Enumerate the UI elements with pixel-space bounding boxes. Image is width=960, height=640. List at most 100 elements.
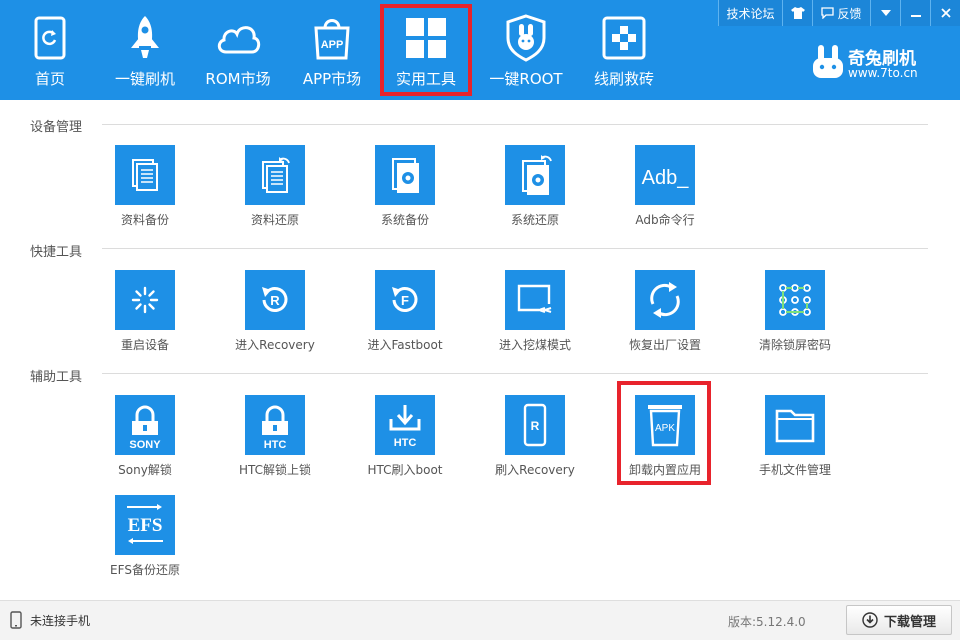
tshirt-icon	[790, 7, 805, 19]
tool-restart-device[interactable]: 重启设备	[85, 270, 205, 360]
nav-home[interactable]: 首页	[12, 6, 88, 94]
doc-backup-icon	[115, 145, 175, 205]
screen-arrow-icon	[505, 270, 565, 330]
version-text: 版本:5.12.4.0	[728, 615, 806, 629]
fastboot-icon: F	[375, 270, 435, 330]
tool-adb-command-label: Adb命令行	[635, 213, 695, 227]
nav-utility-tools[interactable]: 实用工具	[380, 4, 472, 96]
menu-dropdown-button[interactable]	[870, 0, 900, 26]
nav-one-click-root-label: 一键ROOT	[489, 70, 563, 88]
download-manager-label: 下载管理	[883, 614, 936, 630]
tool-htc-flash-boot[interactable]: HTC HTC刷入boot	[345, 395, 465, 485]
tool-factory-reset[interactable]: 恢复出厂设置	[605, 270, 725, 360]
tool-enter-recovery-label: 进入Recovery	[235, 338, 315, 352]
chevron-down-icon	[880, 10, 891, 16]
system-restore-icon	[505, 145, 565, 205]
tech-forum-label: 技术论坛	[726, 6, 775, 21]
close-icon	[940, 8, 951, 18]
sony-icon-text: SONY	[129, 439, 161, 451]
download-icon	[862, 612, 878, 628]
nav-app-market[interactable]: APP APP市场	[294, 6, 370, 94]
tool-restart-device-label: 重启设备	[120, 338, 169, 352]
recovery-icon-text: R	[270, 293, 280, 308]
tool-efs-backup-restore[interactable]: EFS EFS备份还原	[85, 495, 205, 585]
tool-enter-fastboot-label: 进入Fastboot	[367, 338, 443, 352]
flash-recovery-icon: R	[505, 395, 565, 455]
tool-sony-unlock[interactable]: SONY Sony解锁	[85, 395, 205, 485]
grid-icon	[406, 18, 446, 58]
htc-boot-icon: HTC	[375, 395, 435, 455]
nav-one-click-flash-label: 一键刷机	[114, 70, 175, 88]
svg-text:APP: APP	[321, 39, 344, 51]
skin-button[interactable]	[782, 0, 812, 26]
nav-line-flash-rescue[interactable]: 线刷救砖	[586, 6, 662, 94]
tool-system-restore-label: 系统还原	[510, 213, 559, 227]
tool-enter-mining-mode-label: 进入挖煤模式	[498, 338, 571, 352]
status-bar: 未连接手机 版本:5.12.4.0 下载管理	[0, 600, 960, 640]
nav-home-label: 首页	[34, 70, 65, 88]
tech-forum-link[interactable]: 技术论坛	[718, 0, 782, 26]
connection-status-text: 未连接手机	[30, 613, 91, 628]
tool-data-backup[interactable]: 资料备份	[85, 145, 205, 235]
rocket-icon	[131, 16, 159, 58]
brand-logo: 奇兔刷机 www.7to.cn	[810, 42, 940, 86]
download-manager-button[interactable]: 下载管理	[846, 605, 952, 635]
fastboot-icon-text: F	[401, 293, 409, 308]
nav-one-click-flash[interactable]: 一键刷机	[106, 6, 184, 94]
htc-unlock-icon-text: HTC	[264, 439, 287, 451]
tool-flash-recovery[interactable]: R 刷入Recovery	[475, 395, 595, 485]
nav-utility-tools-label: 实用工具	[395, 70, 456, 88]
section-divider	[102, 373, 928, 374]
restart-icon	[115, 270, 175, 330]
phone-icon	[10, 611, 22, 629]
feedback-button[interactable]: 反馈	[812, 0, 870, 26]
tool-sony-unlock-label: Sony解锁	[118, 463, 172, 477]
section-divider	[102, 124, 928, 125]
cloud-icon	[217, 26, 261, 54]
tool-system-backup[interactable]: 系统备份	[345, 145, 465, 235]
section-title-quick-tools: 快捷工具	[30, 245, 83, 260]
htc-boot-icon-text: HTC	[394, 437, 417, 449]
tool-data-restore-label: 资料还原	[250, 213, 299, 227]
minimize-button[interactable]	[900, 0, 930, 26]
sony-unlock-icon: SONY	[115, 395, 175, 455]
rabbit-shield-icon	[506, 14, 546, 62]
tool-system-backup-label: 系统备份	[380, 213, 429, 227]
tool-enter-fastboot[interactable]: F 进入Fastboot	[345, 270, 465, 360]
section-divider	[102, 248, 928, 249]
tool-htc-lock-unlock-label: HTC解锁上锁	[238, 463, 312, 477]
tool-data-restore[interactable]: 资料还原	[215, 145, 335, 235]
system-backup-icon	[375, 145, 435, 205]
factory-reset-icon	[635, 270, 695, 330]
tool-htc-lock-unlock[interactable]: HTC HTC解锁上锁	[215, 395, 335, 485]
minimize-icon	[910, 15, 921, 17]
tool-phone-file-manager-label: 手机文件管理	[758, 463, 831, 477]
tool-system-restore[interactable]: 系统还原	[475, 145, 595, 235]
window-controls: 技术论坛 反馈	[718, 0, 960, 26]
tool-adb-command[interactable]: Adb_ Adb命令行	[605, 145, 725, 235]
efs-icon: EFS	[115, 495, 175, 555]
tool-enter-mining-mode[interactable]: 进入挖煤模式	[475, 270, 595, 360]
app-bag-icon: APP	[314, 19, 350, 60]
nav-one-click-root[interactable]: 一键ROOT	[484, 6, 568, 94]
folder-icon	[765, 395, 825, 455]
adb-icon: Adb_	[635, 145, 695, 205]
tool-clear-lock-password[interactable]: 清除锁屏密码	[735, 270, 855, 360]
tool-clear-lock-password-label: 清除锁屏密码	[758, 338, 831, 352]
nav-app-market-label: APP市场	[302, 70, 362, 88]
tool-flash-recovery-label: 刷入Recovery	[495, 463, 575, 477]
section-title-device-management: 设备管理	[30, 120, 83, 135]
tool-enter-recovery[interactable]: R 进入Recovery	[215, 270, 335, 360]
nav-line-flash-rescue-label: 线刷救砖	[593, 70, 654, 88]
top-navigation-bar: 技术论坛 反馈 首页 一键刷机 ROM市场 APP APP市场 实用工具 一键R…	[0, 0, 960, 100]
phone-refresh-icon	[34, 16, 66, 60]
nav-rom-market[interactable]: ROM市场	[198, 6, 278, 94]
tool-phone-file-manager[interactable]: 手机文件管理	[735, 395, 855, 485]
tool-factory-reset-label: 恢复出厂设置	[628, 338, 701, 352]
flash-recovery-icon-text: R	[531, 419, 540, 433]
rabbit-logo-icon	[813, 45, 843, 78]
htc-unlock-icon: HTC	[245, 395, 305, 455]
close-button[interactable]	[930, 0, 960, 26]
doc-restore-icon	[245, 145, 305, 205]
section-title-auxiliary-tools: 辅助工具	[30, 370, 83, 385]
